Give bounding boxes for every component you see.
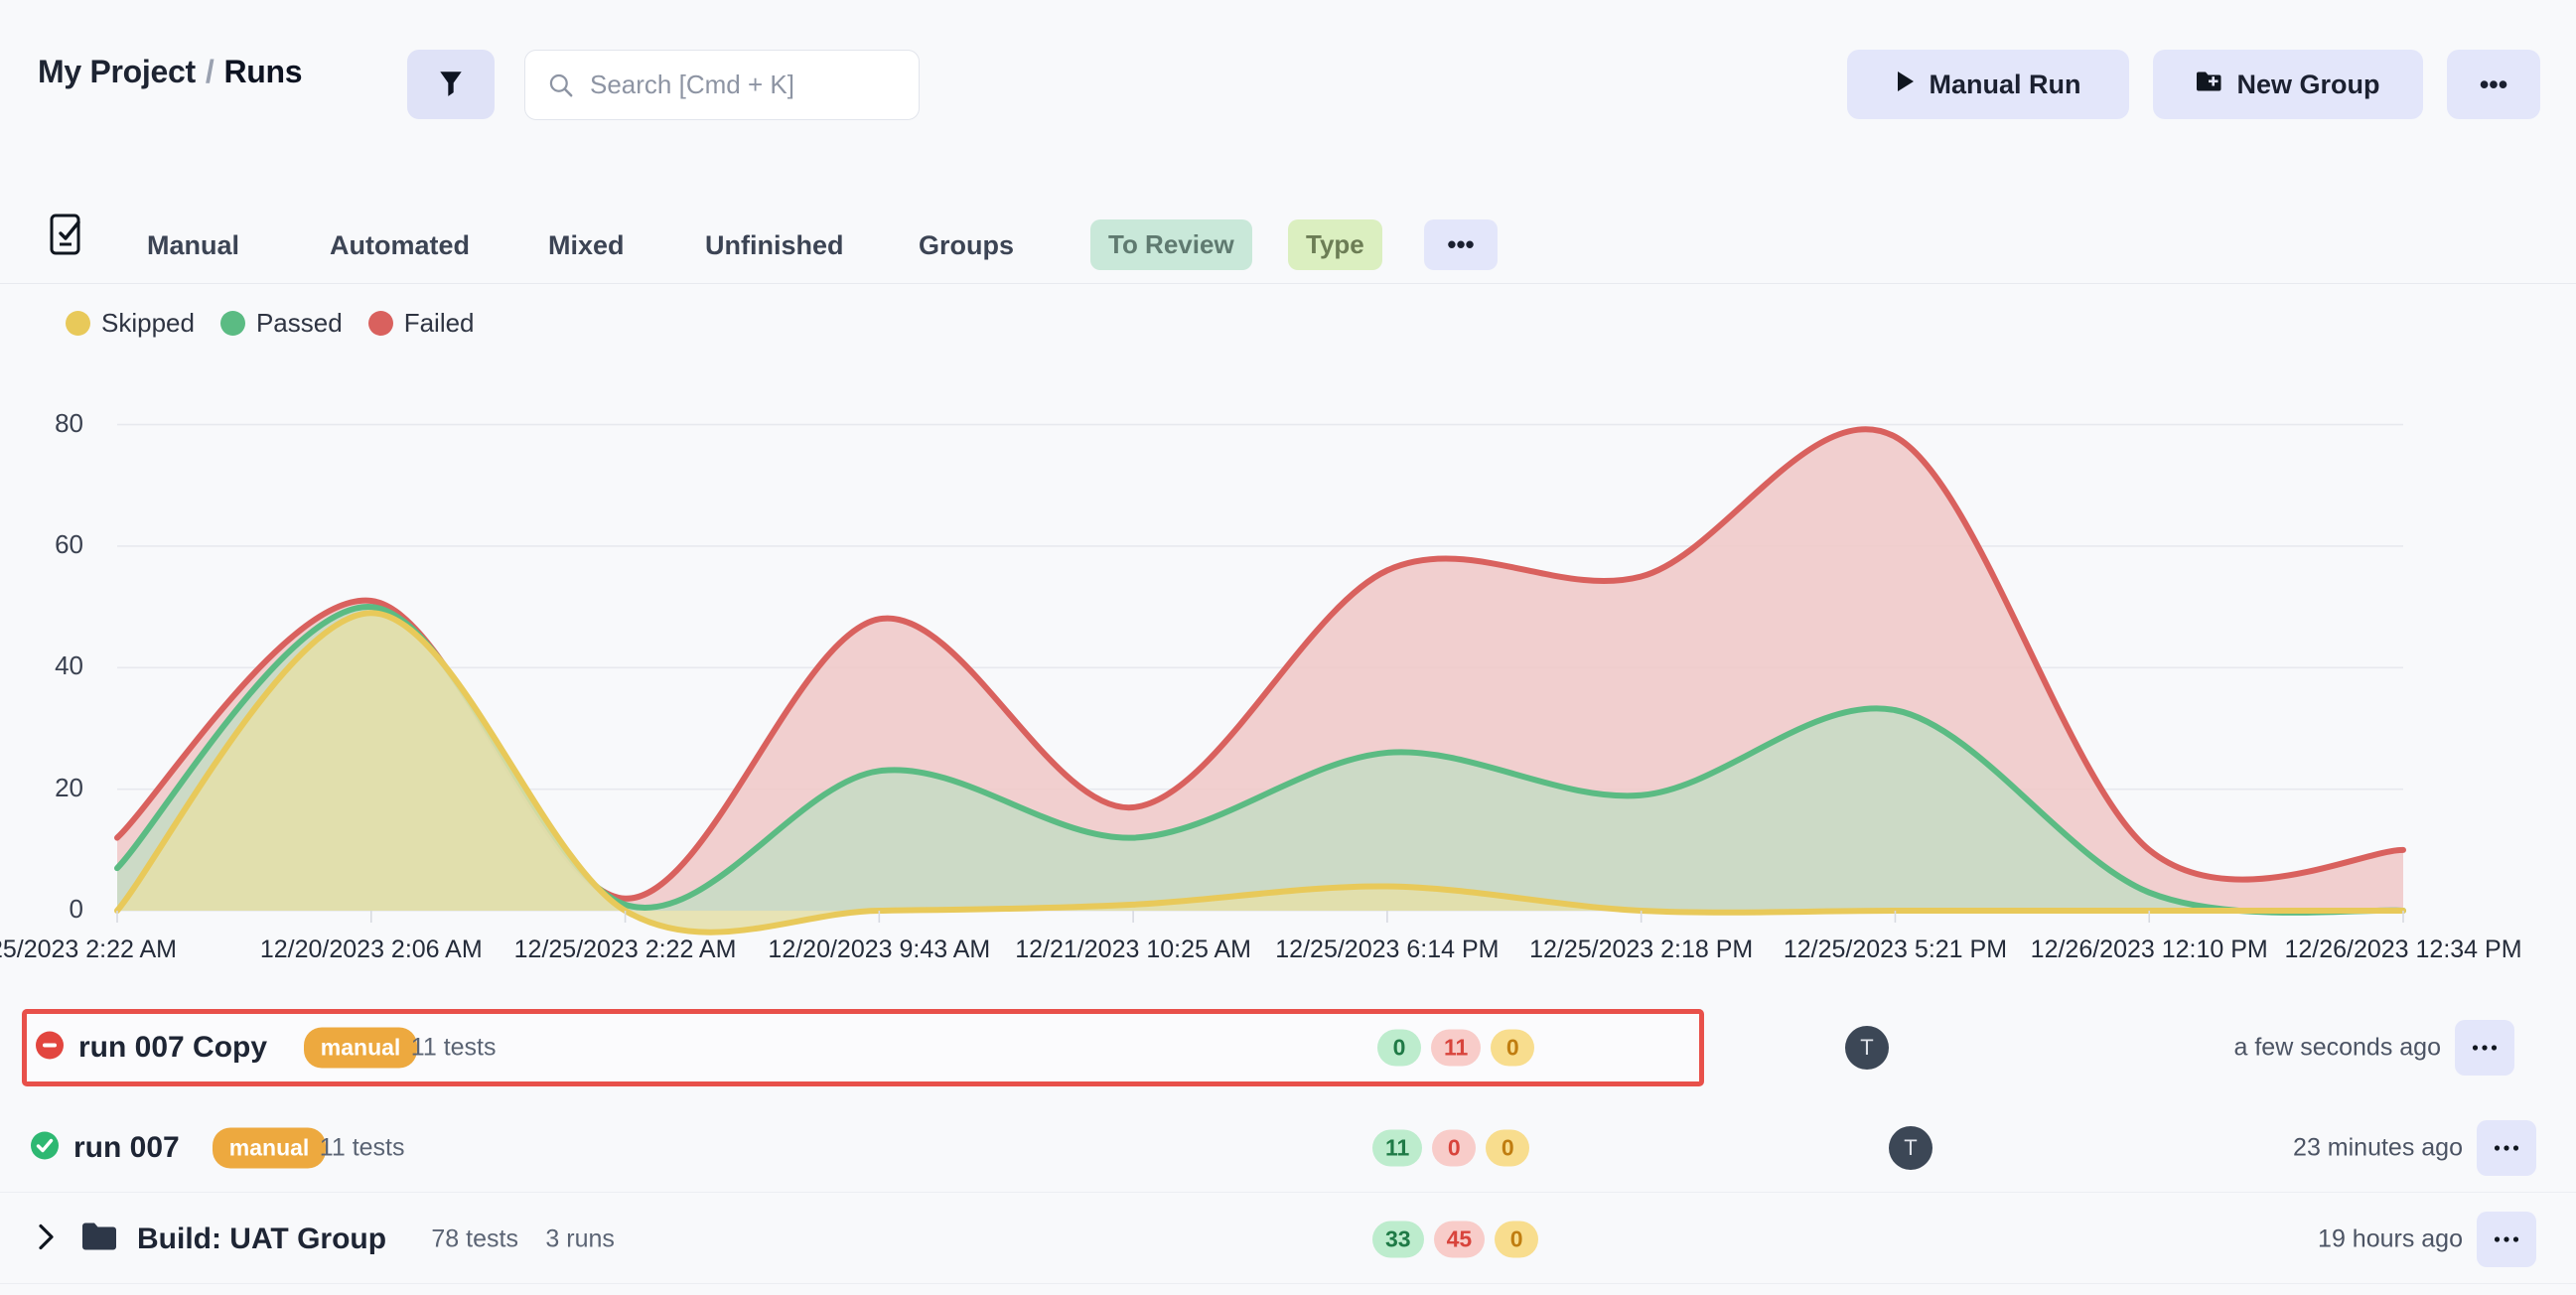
y-axis-tick-60: 60 <box>55 528 83 559</box>
chart-legend: Skipped Passed Failed <box>66 308 475 339</box>
x-axis-tick-9: 12/26/2023 12:34 PM <box>2284 935 2522 963</box>
y-axis-tick-0: 0 <box>69 894 83 924</box>
minus-circle-icon <box>36 1031 64 1060</box>
more-horizontal-icon: ••• <box>2479 69 2508 99</box>
breadcrumb-current: Runs <box>223 54 303 89</box>
row-title[interactable]: Build: UAT Group <box>137 1223 386 1256</box>
manual-run-button[interactable]: Manual Run <box>1847 50 2129 119</box>
row-timestamp: 19 hours ago <box>2318 1224 2463 1253</box>
breadcrumb-project[interactable]: My Project <box>38 54 196 89</box>
legend-item-passed[interactable]: Passed <box>219 308 343 339</box>
count-failed: 11 <box>1431 1029 1482 1067</box>
legend-dot-skipped <box>66 311 90 336</box>
folder-plus-icon <box>2196 70 2222 100</box>
row-result-counts: 0 11 0 <box>1377 1029 1535 1067</box>
new-group-button[interactable]: New Group <box>2153 50 2423 119</box>
row-status-icon <box>35 1031 65 1066</box>
chevron-right-icon[interactable] <box>38 1223 56 1256</box>
legend-dot-failed <box>367 311 393 336</box>
row-type-badge: manual <box>212 1127 327 1169</box>
avatar[interactable]: T <box>1889 1126 1932 1170</box>
row-test-count: 78 tests <box>431 1224 518 1253</box>
checklist-icon[interactable] <box>48 213 87 261</box>
legend-label-passed: Passed <box>255 308 343 338</box>
breadcrumb-separator: / <box>205 54 215 89</box>
folder-icon <box>82 1223 116 1250</box>
play-icon <box>1896 70 1916 100</box>
count-skipped: 0 <box>1491 1029 1535 1067</box>
row-title[interactable]: run 007 <box>73 1131 180 1165</box>
manual-run-label: Manual Run <box>1929 69 2081 99</box>
legend-item-failed[interactable]: Failed <box>367 308 475 339</box>
row-run-count: 3 runs <box>545 1224 615 1253</box>
legend-label-failed: Failed <box>403 308 475 338</box>
y-axis-tick-40: 40 <box>55 650 83 681</box>
tab-unfinished[interactable]: Unfinished <box>705 230 844 261</box>
row-more-button[interactable] <box>2477 1120 2536 1176</box>
row-status-icon <box>30 1131 60 1166</box>
top-bar: My Project /Runs Manual Run New Group ••• <box>0 0 2576 145</box>
runs-area-chart <box>0 358 2576 973</box>
legend-item-skipped[interactable]: Skipped <box>66 308 195 339</box>
filter-button[interactable] <box>407 50 495 119</box>
search-box[interactable] <box>524 50 920 120</box>
table-row[interactable]: run 007 manual 11 tests 11 0 0 T 23 minutes ago <box>0 1104 2576 1193</box>
count-skipped: 0 <box>1486 1129 1530 1167</box>
count-passed: 33 <box>1372 1221 1424 1258</box>
count-skipped: 0 <box>1495 1221 1539 1258</box>
filter-icon <box>438 69 464 101</box>
row-result-counts: 33 45 0 <box>1372 1221 1539 1258</box>
tab-groups[interactable]: Groups <box>919 230 1014 261</box>
new-group-label: New Group <box>2236 69 2380 99</box>
legend-dot-passed <box>219 311 245 336</box>
count-failed: 45 <box>1433 1221 1486 1258</box>
table-row[interactable]: run 007 Copy manual 11 tests 0 11 0 Ta few sec… <box>22 1009 2514 1086</box>
row-result-counts: 11 0 0 <box>1372 1129 1530 1167</box>
row-type-badge: manual <box>303 1027 418 1069</box>
avatar[interactable]: T <box>1845 1026 1889 1070</box>
legend-label-skipped: Skipped <box>101 308 195 338</box>
y-axis-tick-80: 80 <box>55 407 83 438</box>
y-axis-tick-20: 20 <box>55 772 83 802</box>
chip-more-filters[interactable]: ••• <box>1424 219 1498 270</box>
row-status-icon <box>81 1223 117 1257</box>
filter-tab-row: Manual Automated Mixed Unfinished Groups… <box>0 187 2576 284</box>
row-more-button[interactable] <box>2477 1212 2536 1267</box>
row-test-count: 11 tests <box>410 1033 497 1062</box>
count-passed: 0 <box>1377 1029 1421 1067</box>
count-failed: 0 <box>1432 1129 1477 1167</box>
search-input[interactable] <box>590 70 888 100</box>
search-icon <box>547 72 574 98</box>
check-circle-icon <box>31 1131 59 1160</box>
row-timestamp: a few seconds ago <box>2233 1033 2441 1062</box>
table-row[interactable]: Build: UAT Group 78 tests 3 runs 33 45 0 19 ho… <box>0 1196 2576 1284</box>
chip-type[interactable]: Type <box>1288 219 1382 270</box>
count-passed: 11 <box>1372 1129 1423 1167</box>
chip-to-review[interactable]: To Review <box>1090 219 1252 270</box>
tab-mixed[interactable]: Mixed <box>548 230 625 261</box>
row-timestamp: 23 minutes ago <box>2293 1133 2463 1162</box>
row-test-count: 11 tests <box>319 1133 405 1162</box>
tab-manual[interactable]: Manual <box>147 230 239 261</box>
breadcrumb: My Project / Runs <box>38 54 303 90</box>
chart-canvas <box>114 423 2406 935</box>
row-title[interactable]: run 007 Copy <box>78 1031 267 1065</box>
tab-automated[interactable]: Automated <box>330 230 470 261</box>
row-more-button[interactable] <box>2455 1020 2514 1076</box>
header-more-button[interactable]: ••• <box>2447 50 2540 119</box>
